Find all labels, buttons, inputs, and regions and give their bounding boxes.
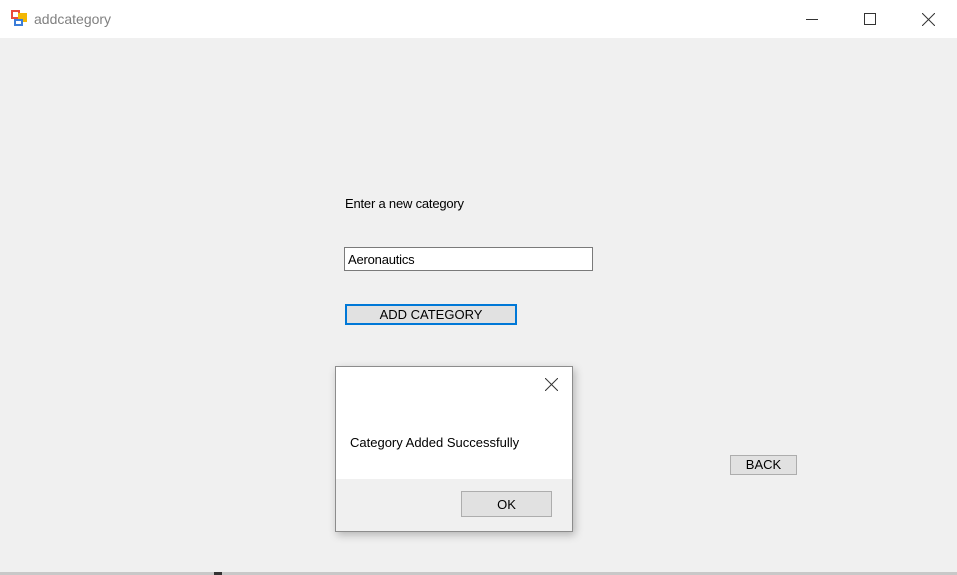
minimize-button[interactable]	[783, 0, 841, 38]
maximize-button[interactable]	[841, 0, 899, 38]
add-category-button[interactable]: ADD CATEGORY	[345, 304, 517, 325]
addcategory-window: addcategory Enter a new category ADD CAT…	[0, 0, 957, 575]
close-icon	[921, 12, 935, 26]
message-box-close-button[interactable]	[541, 377, 561, 397]
maximize-icon	[864, 13, 876, 25]
title-bar[interactable]: addcategory	[0, 0, 957, 38]
category-input[interactable]	[344, 247, 593, 271]
success-message-box: Category Added Successfully OK	[335, 366, 573, 532]
back-button[interactable]: BACK	[730, 455, 797, 475]
ok-button[interactable]: OK	[461, 491, 552, 517]
app-window-icon	[10, 9, 28, 27]
message-text: Category Added Successfully	[350, 435, 520, 450]
close-icon	[544, 377, 558, 396]
window-title: addcategory	[34, 11, 112, 27]
category-prompt-label: Enter a new category	[345, 196, 464, 211]
minimize-icon	[806, 13, 818, 25]
message-box-footer: OK	[336, 479, 572, 531]
close-button[interactable]	[899, 0, 957, 38]
